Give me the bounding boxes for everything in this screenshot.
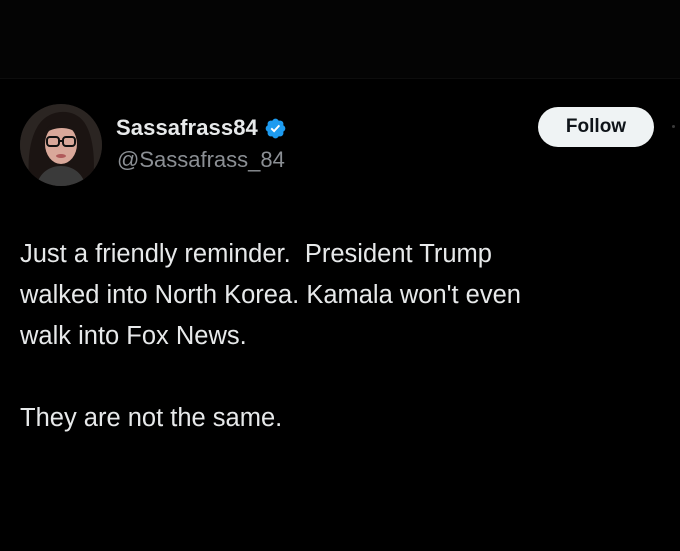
author-display-name[interactable]: Sassafrass84 [116, 115, 258, 141]
post-text-line: walked into North Korea. Kamala won't ev… [20, 281, 521, 309]
author-handle[interactable]: @Sassafrass_84 [117, 147, 285, 173]
avatar[interactable] [20, 104, 102, 186]
profile-photo-icon [20, 104, 102, 186]
more-options-icon[interactable] [672, 125, 675, 128]
follow-button[interactable]: Follow [538, 107, 654, 147]
post-text-line: walk into Fox News. [20, 322, 247, 350]
post-text-line: They are not the same. [20, 404, 283, 432]
divider [0, 78, 680, 79]
post-text: Just a friendly reminder. President Trum… [20, 234, 670, 439]
post-text-line: Just a friendly reminder. President Trum… [20, 240, 492, 268]
verified-badge-icon [265, 118, 286, 138]
top-strip [0, 0, 680, 78]
author-name-row[interactable]: Sassafrass84 [116, 114, 287, 142]
